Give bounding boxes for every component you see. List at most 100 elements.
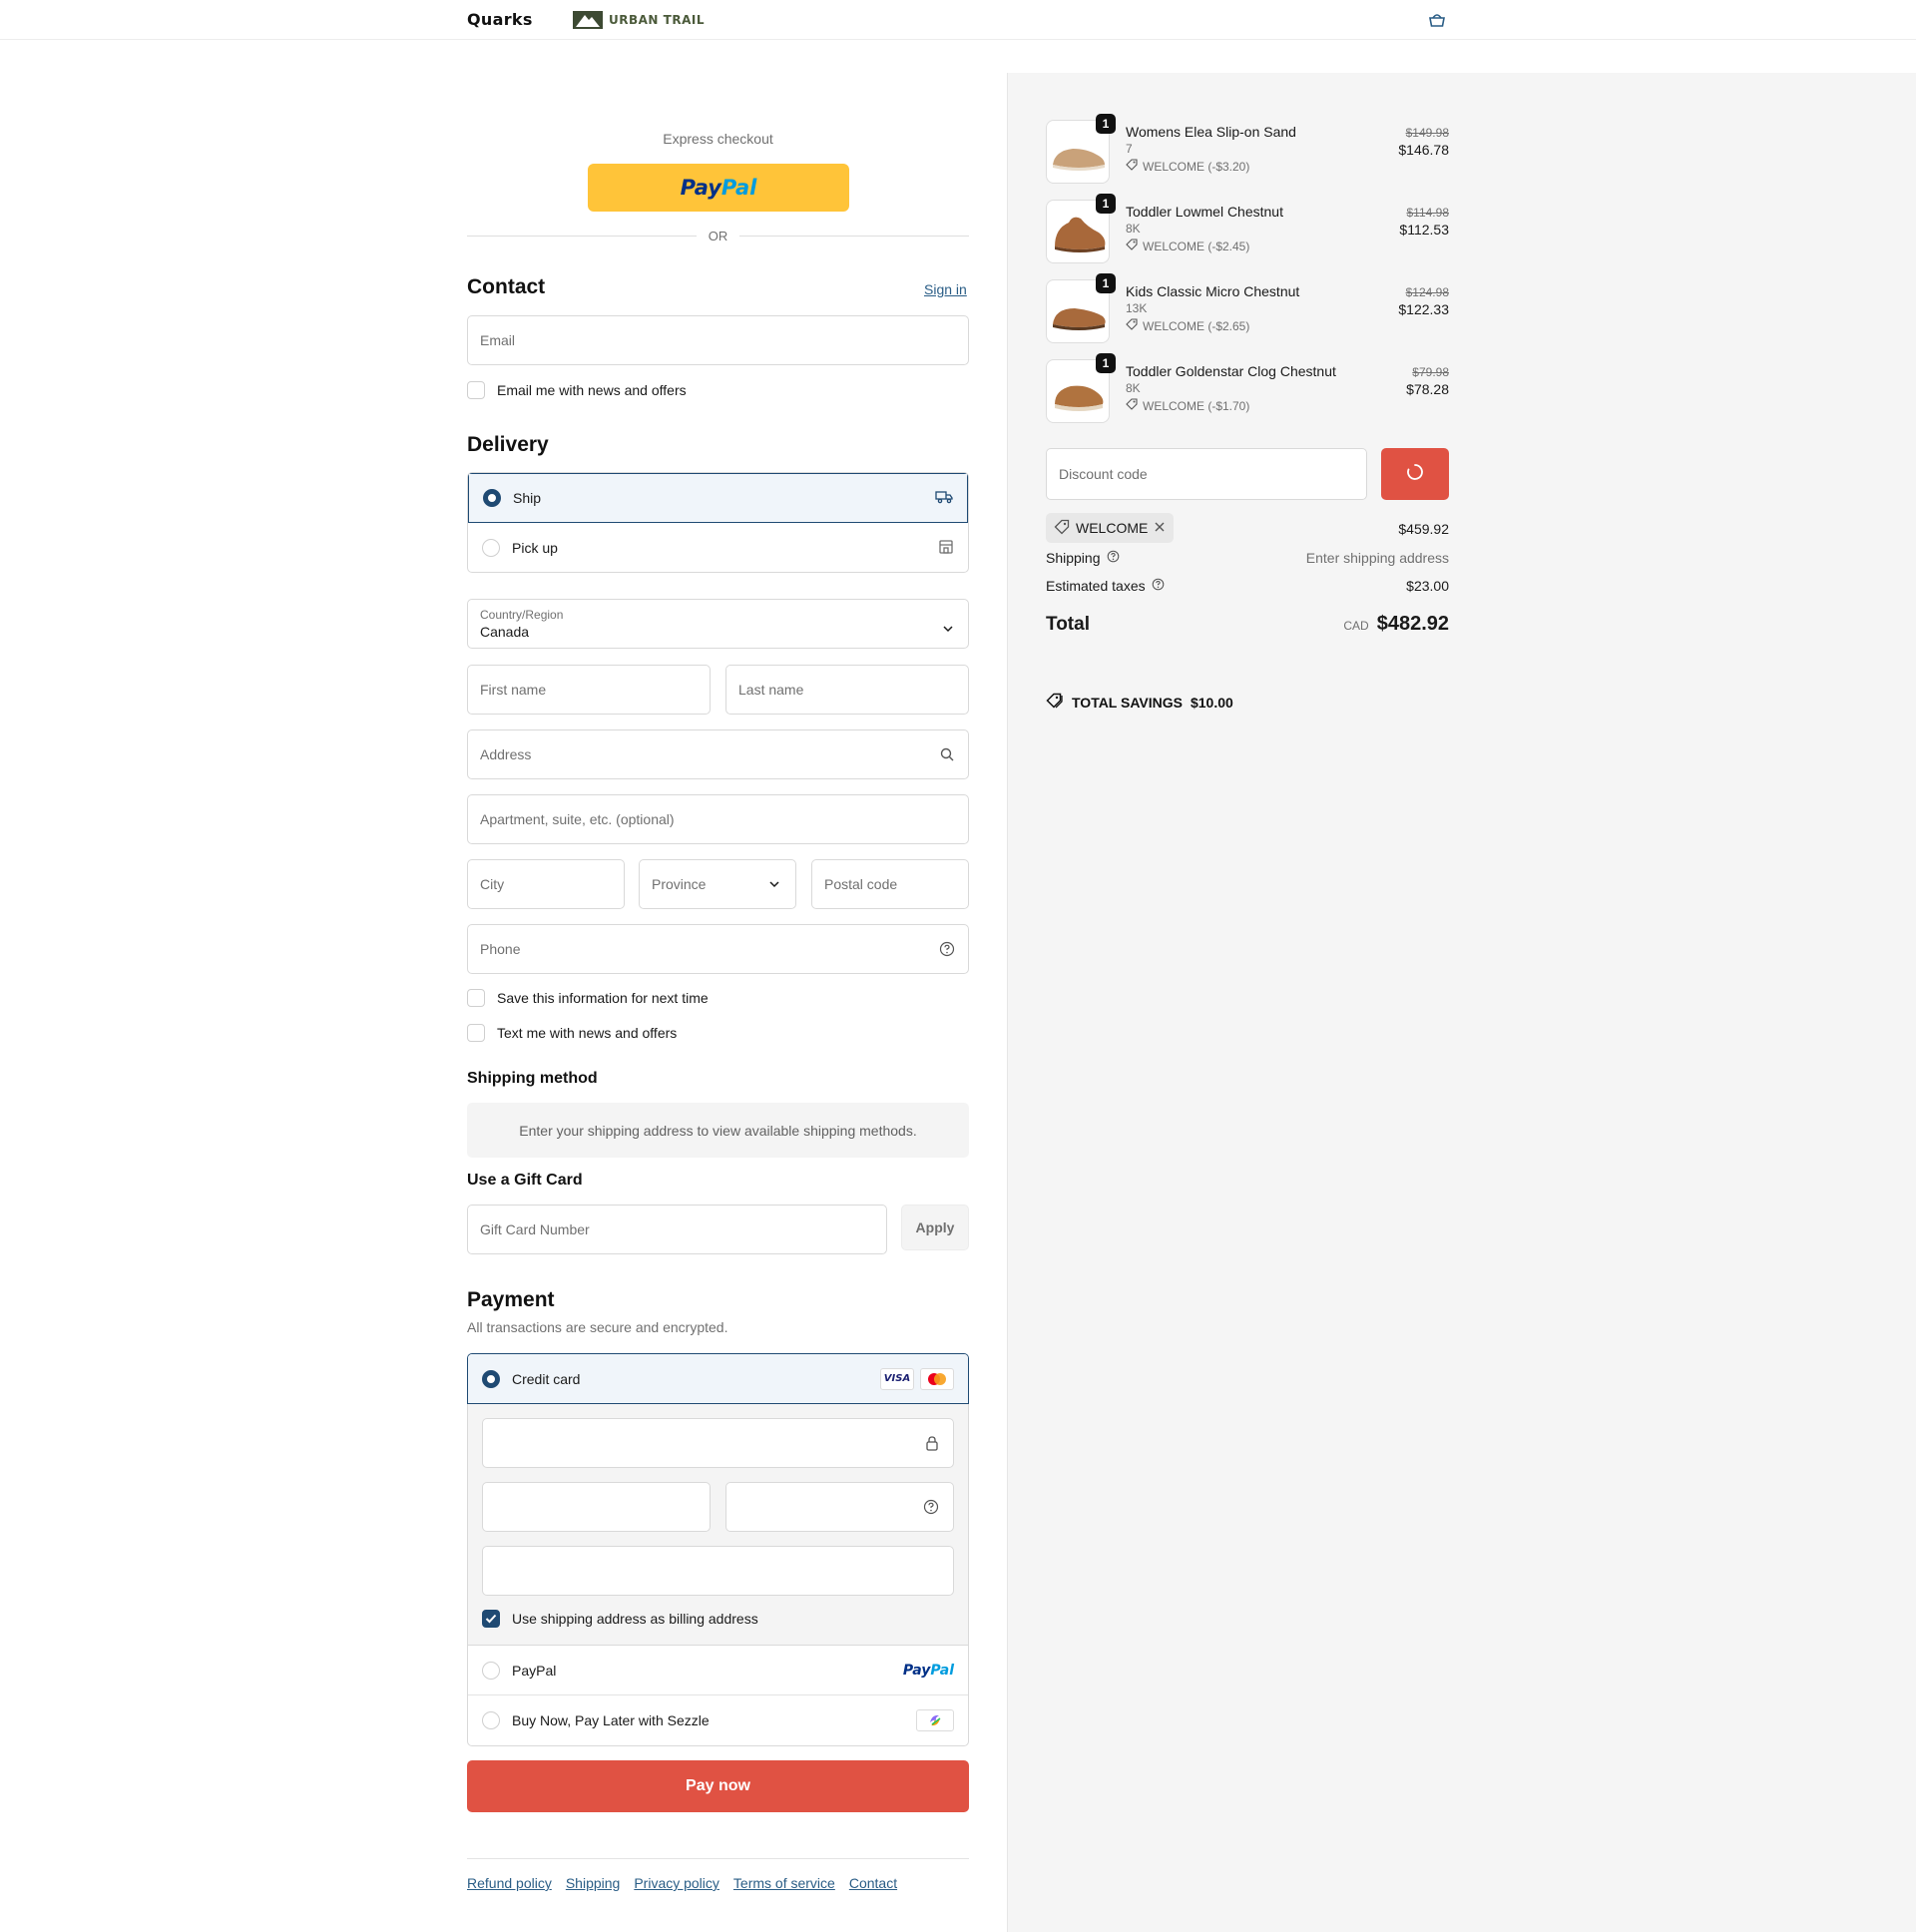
item-variant: 13K	[1126, 301, 1148, 315]
pickup-option[interactable]: Pick up	[468, 523, 968, 572]
help-icon[interactable]	[1152, 578, 1165, 594]
paypal-radio[interactable]	[482, 1661, 500, 1680]
paypal-payment-option[interactable]: PayPal PayPal	[468, 1646, 968, 1695]
visa-icon: VISA	[880, 1367, 914, 1390]
subtotal-row: $459.92	[1046, 521, 1449, 537]
save-info-checkbox[interactable]	[467, 989, 485, 1007]
quantity-badge: 1	[1096, 114, 1116, 134]
credit-card-option[interactable]: Credit card VISA	[467, 1353, 969, 1404]
ship-radio[interactable]	[483, 489, 501, 507]
item-price: $146.78	[1398, 142, 1449, 158]
total-row: Total CAD $482.92	[1046, 613, 1449, 636]
apartment-field[interactable]: Apartment, suite, etc. (optional)	[467, 794, 969, 844]
cart-item: 1 Kids Classic Micro Chestnut 13K WELCOM…	[1046, 273, 1449, 345]
item-old-price: $79.98	[1412, 365, 1449, 379]
tag-icon	[1126, 398, 1138, 413]
phone-field[interactable]: Phone	[467, 924, 969, 974]
help-icon[interactable]	[1107, 550, 1120, 566]
quantity-badge: 1	[1096, 273, 1116, 293]
sezzle-payment-option[interactable]: Buy Now, Pay Later with Sezzle	[468, 1695, 968, 1745]
email-field[interactable]: Email	[467, 315, 969, 365]
item-variant: 8K	[1126, 222, 1141, 236]
item-name: Womens Elea Slip-on Sand	[1126, 124, 1296, 140]
last-name-field[interactable]: Last name	[725, 665, 969, 715]
discount-apply-button[interactable]	[1381, 448, 1449, 500]
sign-in-link[interactable]: Sign in	[924, 281, 967, 297]
cart-item: 1 Womens Elea Slip-on Sand 7 WELCOME (-$…	[1046, 114, 1449, 186]
item-price: $122.33	[1398, 301, 1449, 317]
billing-checkbox-row[interactable]: Use shipping address as billing address	[482, 1610, 758, 1628]
shipping-method-heading: Shipping method	[467, 1070, 598, 1087]
text-news-checkbox-row[interactable]: Text me with news and offers	[467, 1024, 677, 1042]
quarks-logo[interactable]: Quarks	[467, 10, 533, 29]
paypal-logo: PayPal	[902, 1662, 954, 1679]
save-info-checkbox-row[interactable]: Save this information for next time	[467, 989, 709, 1007]
refund-policy-link[interactable]: Refund policy	[467, 1875, 552, 1891]
terms-of-service-link[interactable]: Terms of service	[733, 1875, 835, 1891]
email-news-checkbox-row[interactable]: Email me with news and offers	[467, 381, 687, 399]
postal-code-field[interactable]: Postal code	[811, 859, 969, 909]
cart-item: 1 Toddler Lowmel Chestnut 8K WELCOME (-$…	[1046, 194, 1450, 265]
card-expiry-field[interactable]	[482, 1482, 711, 1532]
item-name: Toddler Goldenstar Clog Chestnut	[1126, 363, 1336, 379]
shipping-link[interactable]: Shipping	[566, 1875, 621, 1891]
chevron-down-icon	[765, 875, 783, 893]
sezzle-radio[interactable]	[482, 1711, 500, 1729]
payment-subtitle: All transactions are secure and encrypte…	[467, 1319, 728, 1335]
paypal-express-button[interactable]: PayPal	[588, 164, 849, 212]
item-variant: 8K	[1126, 381, 1141, 395]
mountain-icon	[573, 11, 603, 29]
city-field[interactable]: City	[467, 859, 625, 909]
help-icon[interactable]	[938, 940, 956, 958]
express-checkout-label: Express checkout	[663, 131, 773, 147]
quantity-badge: 1	[1096, 353, 1116, 373]
credit-card-radio[interactable]	[482, 1369, 500, 1388]
item-price: $112.53	[1399, 222, 1449, 238]
item-discount: WELCOME (-$3.20)	[1126, 159, 1249, 174]
gift-card-field[interactable]: Gift Card Number	[467, 1205, 887, 1254]
billing-checkbox[interactable]	[482, 1610, 500, 1628]
item-discount: WELCOME (-$1.70)	[1126, 398, 1249, 413]
contact-link[interactable]: Contact	[849, 1875, 897, 1891]
pay-now-button[interactable]: Pay now	[467, 1760, 969, 1812]
item-discount: WELCOME (-$2.45)	[1126, 239, 1249, 253]
shipping-value: Enter shipping address	[1305, 550, 1449, 566]
address-field[interactable]: Address	[467, 729, 969, 779]
province-select[interactable]: Province	[639, 859, 796, 909]
ship-option[interactable]: Ship	[468, 473, 968, 523]
total-amount: $482.92	[1376, 613, 1449, 635]
item-name: Toddler Lowmel Chestnut	[1126, 204, 1283, 220]
footer-links: Refund policy Shipping Privacy policy Te…	[467, 1875, 897, 1891]
help-icon[interactable]	[923, 1499, 939, 1519]
store-icon	[938, 539, 954, 558]
discount-code-field[interactable]: Discount code	[1046, 448, 1367, 500]
cart-item: 1 Toddler Goldenstar Clog Chestnut 8K WE…	[1046, 353, 1449, 425]
total-label: Total	[1046, 614, 1090, 635]
card-name-field[interactable]	[482, 1546, 954, 1596]
text-news-checkbox[interactable]	[467, 1024, 485, 1042]
item-variant: 7	[1126, 142, 1133, 156]
cart-icon[interactable]	[1427, 12, 1447, 28]
credit-card-panel: Use shipping address as billing address	[467, 1404, 969, 1645]
delivery-heading: Delivery	[467, 433, 549, 456]
contact-heading: Contact	[467, 275, 546, 298]
save-info-label: Save this information for next time	[497, 990, 709, 1006]
item-old-price: $114.98	[1406, 206, 1450, 220]
urban-trail-logo[interactable]: URBAN TRAIL	[573, 10, 705, 30]
or-divider: OR	[467, 229, 969, 243]
tag-icon	[1046, 693, 1064, 712]
pickup-radio[interactable]	[482, 539, 500, 557]
shipping-row: Shipping Enter shipping address	[1046, 550, 1449, 566]
first-name-field[interactable]: First name	[467, 665, 711, 715]
card-number-field[interactable]	[482, 1418, 954, 1468]
card-security-code-field[interactable]	[725, 1482, 954, 1532]
email-news-checkbox[interactable]	[467, 381, 485, 399]
privacy-policy-link[interactable]: Privacy policy	[634, 1875, 719, 1891]
shipping-label: Shipping	[1046, 550, 1101, 566]
country-select[interactable]: Country/Region Canada	[467, 599, 969, 649]
loading-spinner-icon	[1406, 463, 1424, 485]
sezzle-icon	[916, 1709, 954, 1731]
shipping-method-info: Enter your shipping address to view avai…	[467, 1103, 969, 1158]
gift-card-apply-button[interactable]: Apply	[901, 1205, 969, 1250]
text-news-label: Text me with news and offers	[497, 1025, 678, 1041]
